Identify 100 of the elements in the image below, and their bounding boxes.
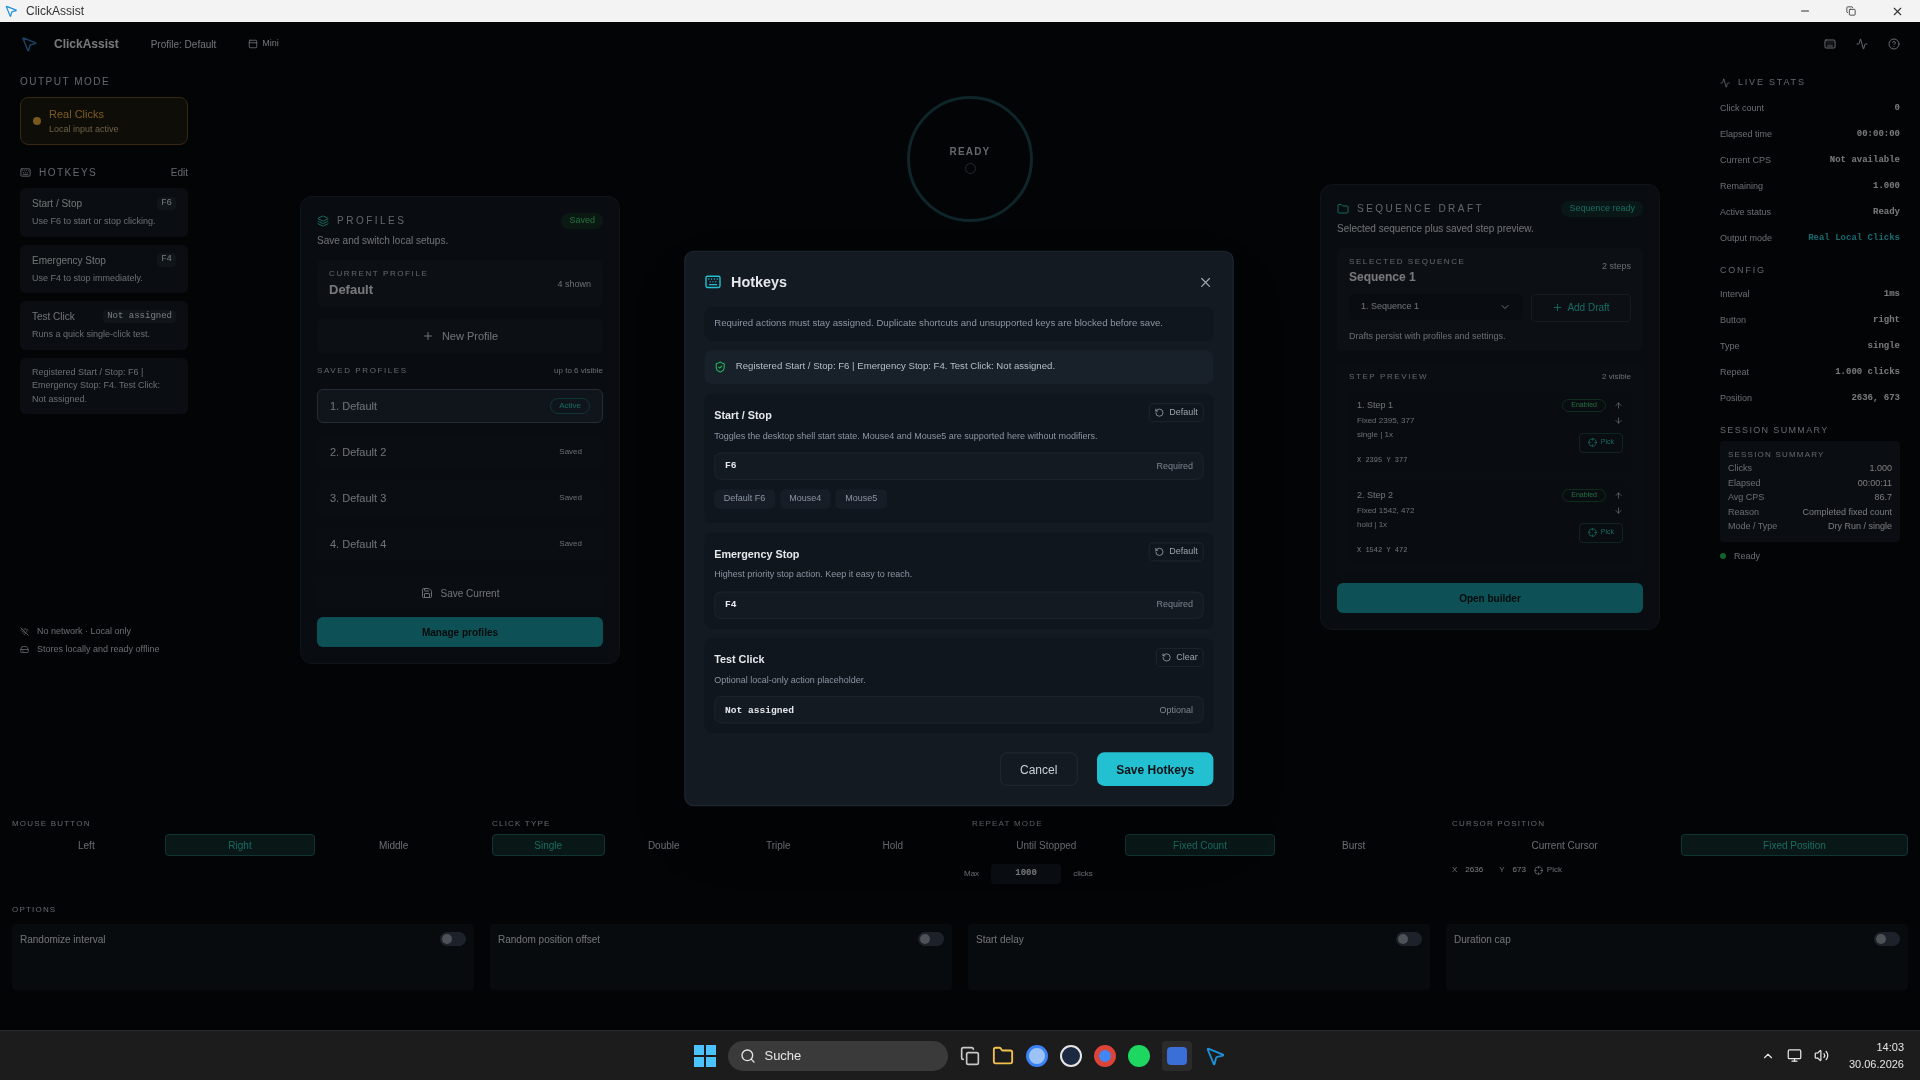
stat-label: Output mode xyxy=(1720,232,1773,246)
stat-value: right xyxy=(1873,313,1900,327)
preset-chip[interactable]: Mouse4 xyxy=(779,489,831,509)
segment-option[interactable]: Fixed Position xyxy=(1681,834,1908,856)
segment-option[interactable]: Current Cursor xyxy=(1452,834,1677,856)
card-heading: SEQUENCE DRAFT xyxy=(1357,202,1485,217)
option-label: Randomize interval xyxy=(20,933,106,947)
step-title: 1. Step 1 xyxy=(1357,399,1395,412)
volume-icon[interactable] xyxy=(1813,1048,1829,1063)
profile-item[interactable]: 1. Default Active xyxy=(317,389,603,423)
axis-label: Y xyxy=(1499,864,1505,876)
arrow-down-icon[interactable] xyxy=(1614,505,1623,515)
panel-note: up to 6 visible xyxy=(554,365,603,377)
add-draft-button[interactable]: Add Draft xyxy=(1531,293,1631,322)
hotkey-input[interactable]: F4 Required xyxy=(714,591,1204,619)
hotkey-value: Not assigned xyxy=(725,703,795,718)
reset-icon xyxy=(1154,408,1165,418)
stat-value: 1ms xyxy=(1883,287,1900,301)
step-mode: single | 1x xyxy=(1357,428,1394,441)
edit-button[interactable]: Edit xyxy=(170,165,188,180)
toggle-switch[interactable] xyxy=(1396,932,1422,946)
stat-value: Real Local Clicks xyxy=(1808,232,1900,246)
coordinate-value: 673 xyxy=(1512,864,1526,876)
registered-text: Registered Start / Stop: F6 | Emergency Stop: F4. Test Click: Not assigned. xyxy=(735,360,1056,375)
panel-note: 2 visible xyxy=(1602,371,1631,383)
segment-option[interactable]: Single xyxy=(492,834,605,856)
stat-value: 1.000 clicks xyxy=(1835,365,1900,379)
task-view-icon[interactable] xyxy=(960,1045,981,1066)
segment-option[interactable]: Middle xyxy=(319,834,468,856)
footer-note: Stores locally and ready offline xyxy=(37,642,160,656)
network-icon[interactable] xyxy=(1786,1048,1802,1063)
segment-option[interactable]: Right xyxy=(164,834,316,856)
sequence-select[interactable]: 1. Sequence 1 xyxy=(1349,293,1523,320)
summary-value: Dry Run / single xyxy=(1827,520,1892,533)
toggle-switch[interactable] xyxy=(1874,932,1900,946)
stat-value: 0 xyxy=(1894,102,1900,116)
search-field[interactable]: Suche xyxy=(728,1040,949,1071)
restore-icon xyxy=(1846,6,1856,16)
plus-icon xyxy=(421,330,434,342)
card-subtitle: Selected sequence plus saved step preview. xyxy=(1337,221,1535,236)
hotkey-description: Optional local-only action placeholder. xyxy=(714,673,866,687)
start-icon[interactable] xyxy=(694,1044,717,1067)
preset-chip[interactable]: Default F6 xyxy=(714,489,775,509)
activity-icon xyxy=(1720,78,1730,88)
stat-label: Position xyxy=(1720,391,1753,405)
section-heading: LIVE STATS xyxy=(1738,76,1806,90)
app-icon[interactable] xyxy=(1026,1044,1049,1067)
output-mode-label: Real Clicks xyxy=(49,107,105,122)
segment-option[interactable]: Fixed Count xyxy=(1124,834,1276,856)
segment-option[interactable]: Until Stopped xyxy=(972,834,1121,856)
summary-label: Elapsed xyxy=(1728,476,1761,490)
new-profile-button[interactable]: New Profile xyxy=(317,319,603,353)
help-icon[interactable] xyxy=(1888,38,1900,50)
sequence-name: Sequence 1 xyxy=(1349,268,1417,286)
arrow-down-icon[interactable] xyxy=(1614,415,1623,425)
step-title: 2. Step 2 xyxy=(1357,489,1395,502)
preset-chip[interactable]: Mouse5 xyxy=(835,489,887,509)
segment-option[interactable]: Hold xyxy=(837,834,948,856)
crosshair-icon xyxy=(1587,528,1597,537)
window-icon xyxy=(248,39,259,49)
hotkey-title: Emergency Stop xyxy=(714,547,801,563)
key-badge: Not assigned xyxy=(103,309,176,324)
output-mode-card[interactable]: Real Clicks Local input active xyxy=(20,97,188,145)
pick-button[interactable]: Pick xyxy=(1533,864,1562,876)
hotkey-input[interactable]: F6 Required xyxy=(714,452,1204,480)
section-heading: HOTKEYS xyxy=(39,166,98,180)
open-builder-button[interactable]: Open builder xyxy=(1337,583,1643,613)
key-badge: F6 xyxy=(157,196,176,211)
stat-label: Button xyxy=(1720,313,1747,327)
keyboard-icon[interactable] xyxy=(1824,38,1836,50)
hotkey-name: Start / Stop xyxy=(32,197,83,211)
summary-value: 86.7 xyxy=(1874,491,1892,504)
hotkey-description: Toggles the desktop shell start state. Mouse4 and Mouse5 are supported here without modifiers. xyxy=(714,429,1098,443)
segment-option[interactable]: Burst xyxy=(1279,834,1428,856)
max-field[interactable]: 1000 xyxy=(991,864,1062,884)
save-hotkeys-button[interactable]: Save Hotkeys xyxy=(1096,752,1214,787)
wifi-off-icon xyxy=(20,627,29,637)
section-heading: OPTIONS xyxy=(12,904,58,916)
arrow-up-icon[interactable] xyxy=(1614,400,1623,410)
toggle-switch[interactable] xyxy=(440,932,466,946)
field-tag: Required xyxy=(1156,598,1193,612)
summary-label: Mode / Type xyxy=(1728,520,1778,533)
step-mode: hold | 1x xyxy=(1357,518,1389,531)
segment-option[interactable]: Triple xyxy=(723,834,834,856)
segment-option[interactable]: Left xyxy=(12,834,161,856)
max-label: Max xyxy=(964,868,980,880)
toggle-switch[interactable] xyxy=(918,932,944,946)
manage-profiles-button[interactable]: Manage profiles xyxy=(317,617,603,647)
arrow-up-icon[interactable] xyxy=(1614,490,1623,500)
stat-value: single xyxy=(1867,339,1900,353)
drive-icon xyxy=(20,644,29,654)
section-heading: REPEAT MODE xyxy=(972,818,1044,830)
hotkey-input[interactable]: Not assigned Optional xyxy=(714,696,1204,725)
reset-icon xyxy=(1161,652,1172,663)
segment-option[interactable]: Double xyxy=(608,834,719,856)
folder-icon[interactable] xyxy=(992,1044,1015,1067)
keyboard-icon xyxy=(20,167,31,178)
card-heading: PROFILES xyxy=(337,214,407,229)
mini-button[interactable]: Mini xyxy=(248,37,279,51)
activity-icon[interactable] xyxy=(1856,38,1868,50)
